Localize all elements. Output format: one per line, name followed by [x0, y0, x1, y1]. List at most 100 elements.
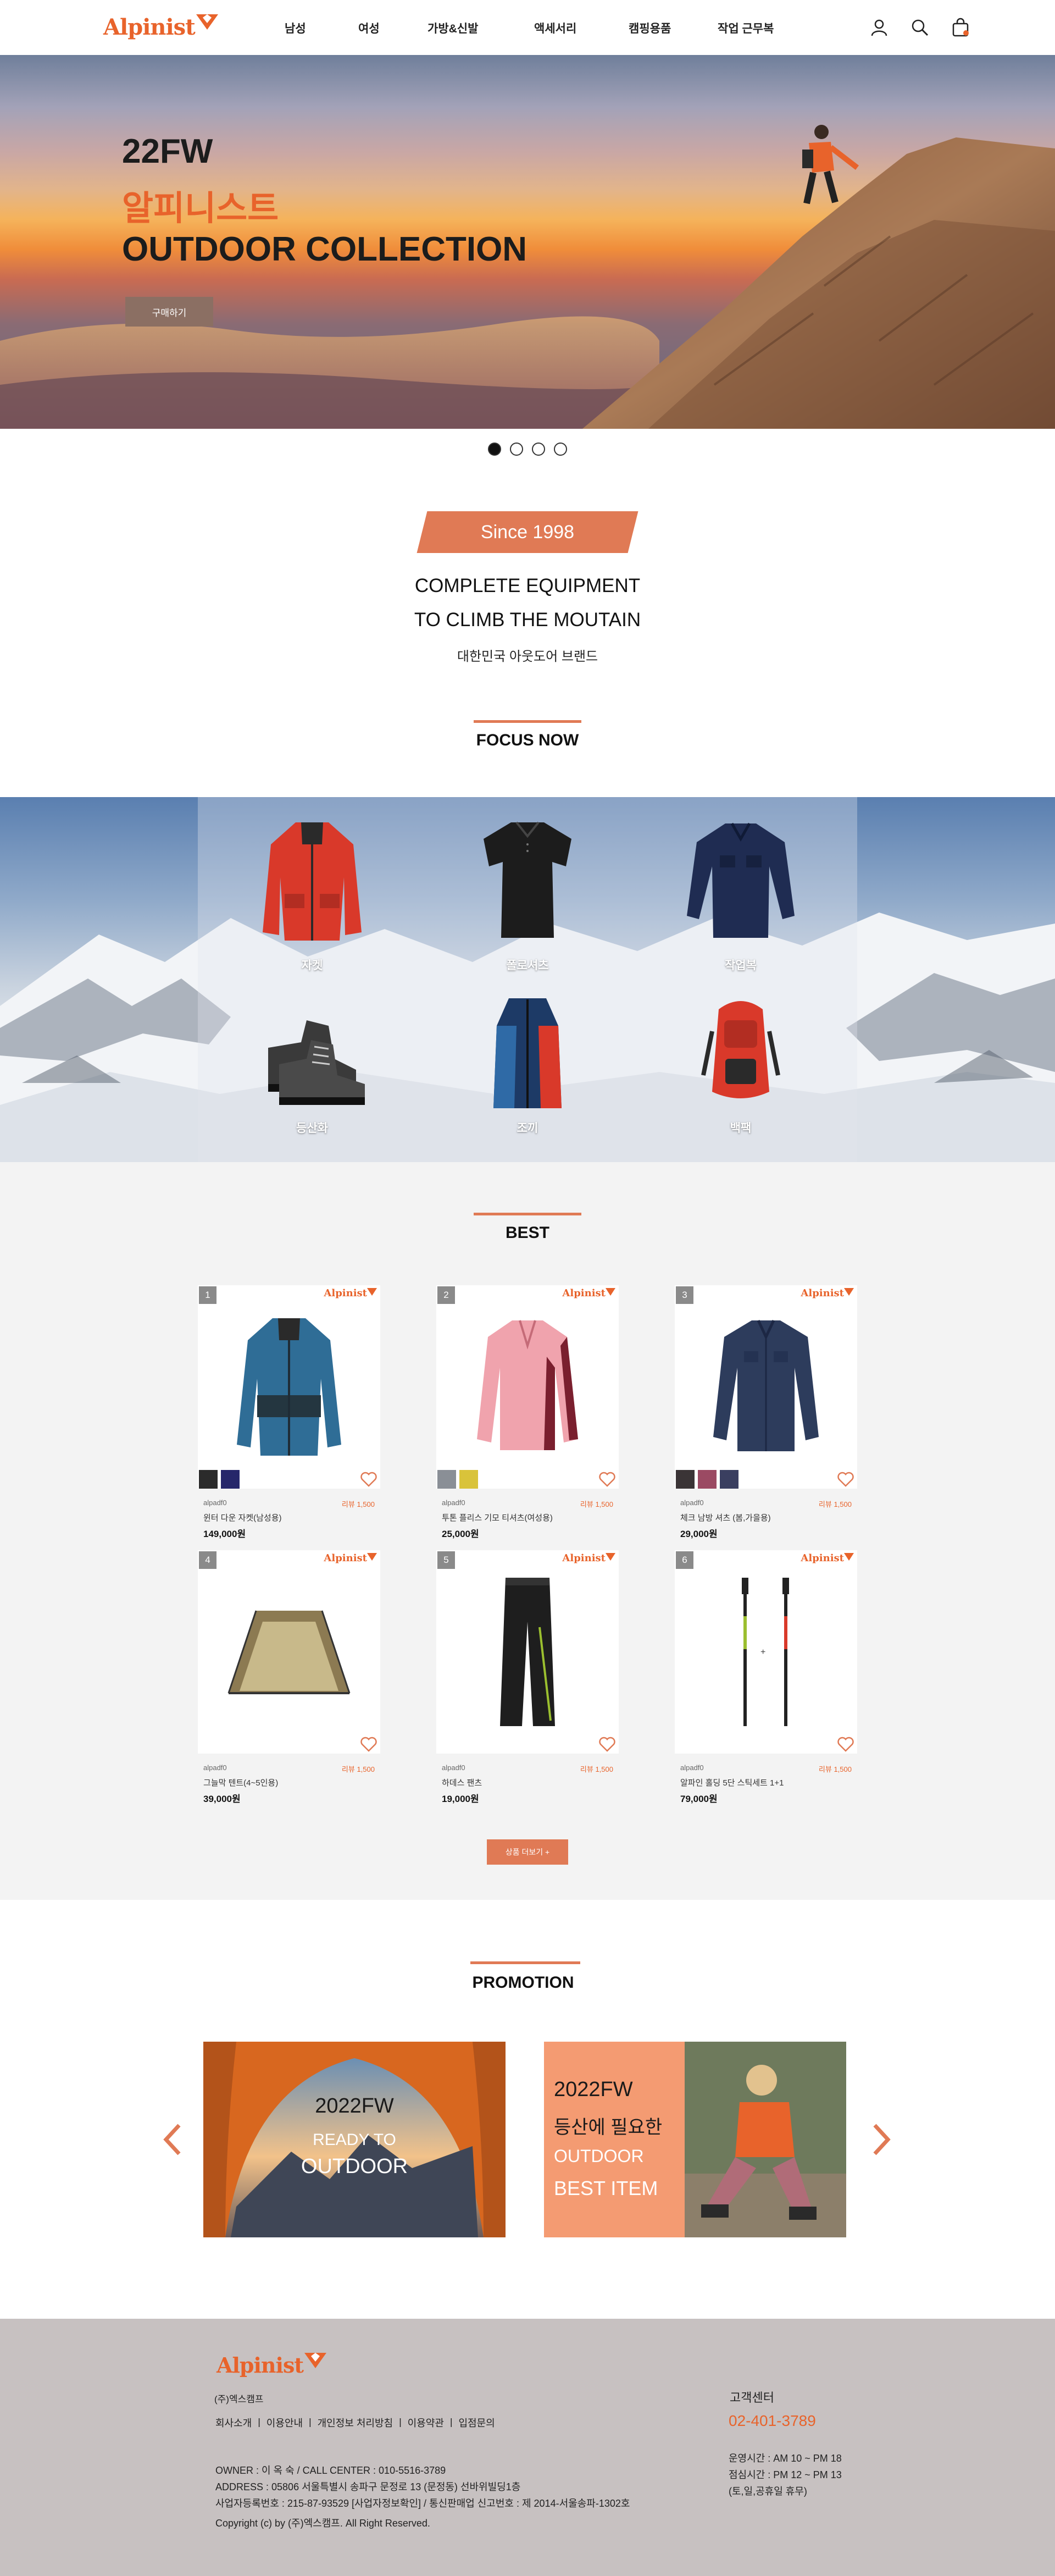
category-hiking-shoes[interactable]: 등산화: [246, 987, 378, 1152]
shade-tent-image: [227, 1610, 351, 1694]
product-name[interactable]: 체크 남방 셔츠 (봄,가을용): [680, 1512, 771, 1523]
product-image-area: [198, 1550, 380, 1754]
category-workwear[interactable]: 작업복: [675, 811, 807, 976]
product-image-area: [675, 1285, 857, 1489]
color-swatch[interactable]: [720, 1470, 738, 1489]
product-name[interactable]: 알파인 홀딩 5단 스틱세트 1+1: [680, 1777, 784, 1788]
product-brand: alpadf0: [442, 1499, 465, 1507]
product-review-count: 리뷰 1,500: [580, 1765, 613, 1773]
footer-copyright: Copyright (c) by (주)엑스캠프. All Right Rese…: [215, 2518, 430, 2529]
color-swatch[interactable]: [676, 1470, 695, 1489]
color-swatch[interactable]: [437, 1470, 456, 1489]
heart-icon[interactable]: [836, 1470, 855, 1489]
best-title-line: [474, 1213, 581, 1215]
backpack-image: [701, 1001, 780, 1098]
chevron-right-icon[interactable]: [870, 2122, 892, 2157]
card-logo: Alpinist: [801, 1287, 854, 1299]
logo-text: Alpinist: [103, 14, 196, 40]
intro-subtitle: 대한민국 아웃도어 브랜드: [457, 649, 598, 664]
product-price: 149,000원: [203, 1529, 246, 1539]
logo-mountain-icon: [606, 1553, 615, 1561]
product-review-count: 리뷰 1,500: [341, 1500, 375, 1508]
heart-icon[interactable]: [359, 1470, 378, 1489]
card-logo-text: Alpinist: [324, 1287, 367, 1299]
footer-logo[interactable]: Alpinist: [216, 2353, 326, 2378]
color-swatch[interactable]: [459, 1470, 478, 1489]
product-name[interactable]: 그늘막 텐트(4~5인용): [203, 1777, 278, 1788]
nav-camping[interactable]: 캠핑용품: [629, 20, 671, 36]
nav-workwear[interactable]: 작업 근무복: [718, 20, 774, 36]
rank-badge: 4: [199, 1551, 216, 1569]
nav-women[interactable]: 여성: [358, 20, 380, 36]
jacket-image: [263, 822, 362, 941]
heart-icon[interactable]: [598, 1470, 617, 1489]
category-polo[interactable]: 폴로셔츠: [462, 811, 593, 976]
slide-dot-2[interactable]: [510, 443, 523, 456]
logo-mountain-icon: [606, 1288, 615, 1296]
customer-center-phone[interactable]: 02-401-3789: [729, 2412, 816, 2430]
product-brand: alpadf0: [442, 1764, 465, 1772]
color-swatch[interactable]: [199, 1470, 218, 1489]
slide-dot-1[interactable]: [488, 443, 501, 456]
category-label: 조끼: [517, 1122, 538, 1135]
heart-icon[interactable]: [836, 1735, 855, 1754]
best-section: BEST: [0, 1162, 1055, 1900]
work-shirt-image: [687, 822, 795, 938]
category-jacket[interactable]: 자켓: [246, 811, 378, 976]
product-name[interactable]: 투톤 플리스 기모 티셔츠(여성용): [442, 1512, 553, 1523]
product-name[interactable]: 하데스 팬츠: [442, 1777, 482, 1788]
polo-shirt-image: [484, 821, 571, 938]
category-label: 등산화: [296, 1122, 328, 1135]
user-icon[interactable]: [869, 18, 889, 37]
product-brand: alpadf0: [203, 1764, 227, 1772]
product-image-area: [198, 1285, 380, 1489]
slide-dot-3[interactable]: [532, 443, 545, 456]
product-name[interactable]: 윈터 다운 자켓(남성용): [203, 1512, 282, 1523]
color-swatch[interactable]: [698, 1470, 717, 1489]
product-brand: alpadf0: [680, 1764, 704, 1772]
intro-title-line1: COMPLETE EQUIPMENT: [414, 575, 641, 596]
more-products-button[interactable]: 상품 더보기 +: [487, 1839, 568, 1865]
promotion-title-line: [470, 1961, 580, 1964]
logo-mountain-icon: [367, 1553, 377, 1561]
category-label: 자켓: [301, 959, 323, 972]
nav-men[interactable]: 남성: [285, 20, 306, 36]
header-logo[interactable]: Alpinist: [103, 14, 218, 40]
product-card-4[interactable]: 4 Alpinist alpadf0 리뷰 1,500 그늘막 텐트(4~5인용…: [198, 1550, 380, 1804]
search-icon[interactable]: [910, 18, 930, 37]
buy-button[interactable]: 구매하기: [125, 297, 213, 327]
promo-banner-2[interactable]: 2022FW 등산에 필요한 OUTDOOR BEST ITEM: [544, 2042, 846, 2237]
hero-title-line2: 알피니스트: [122, 190, 279, 228]
cart-icon[interactable]: [951, 18, 970, 37]
product-price: 79,000원: [680, 1794, 718, 1804]
nav-bags-shoes[interactable]: 가방&신발: [427, 20, 478, 36]
rank-badge: 2: [437, 1286, 455, 1304]
rank-badge: 1: [199, 1286, 216, 1304]
product-card-5[interactable]: 5 Alpinist alpadf0 리뷰 1,500 하데스 팬츠 19,00…: [436, 1550, 619, 1804]
logo-mountain-icon: [844, 1288, 854, 1296]
pants-image: [500, 1578, 555, 1726]
promo-banner-1[interactable]: 2022FW READY TO OUTDOOR: [203, 2042, 506, 2237]
site-footer: Alpinist (주)엑스캠프 회사소개 ㅣ 이용안내 ㅣ 개인정보 처리방침…: [0, 2319, 1055, 2576]
product-image-area: [436, 1285, 619, 1489]
nav-accessories[interactable]: 액세서리: [534, 20, 576, 36]
heart-icon[interactable]: [359, 1735, 378, 1754]
product-card-1[interactable]: 1 Alpinist alpadf0 리뷰 1,500 윈터 다운 자켓(남성용…: [198, 1285, 380, 1539]
heart-icon[interactable]: [598, 1735, 617, 1754]
promo1-line1: 2022FW: [315, 2094, 394, 2118]
product-review-count: 리뷰 1,500: [580, 1500, 613, 1508]
product-review-count: 리뷰 1,500: [818, 1500, 852, 1508]
product-price: 29,000원: [680, 1529, 718, 1539]
check-shirt-image: [713, 1319, 819, 1451]
chevron-left-icon[interactable]: [162, 2122, 184, 2157]
product-price: 19,000원: [442, 1794, 479, 1804]
product-card-6[interactable]: + 6 Alpinist alpadf0 리뷰 1,500 알파인 홀딩 5단 …: [675, 1550, 857, 1804]
category-vest[interactable]: 조끼: [462, 987, 593, 1152]
color-swatch[interactable]: [221, 1470, 240, 1489]
footer-links[interactable]: 회사소개 ㅣ 이용안내 ㅣ 개인정보 처리방침 ㅣ 이용약관 ㅣ 입점문의: [215, 2415, 495, 2430]
product-card-2[interactable]: 2 Alpinist alpadf0 리뷰 1,500 투톤 플리스 기모 티셔…: [436, 1285, 619, 1539]
category-backpack[interactable]: 백팩: [675, 987, 807, 1152]
product-card-3[interactable]: 3 Alpinist alpadf0 리뷰 1,500 체크 남방 셔츠 (봄,…: [675, 1285, 857, 1539]
focus-title-line: [474, 720, 581, 723]
slide-dot-4[interactable]: [554, 443, 567, 456]
